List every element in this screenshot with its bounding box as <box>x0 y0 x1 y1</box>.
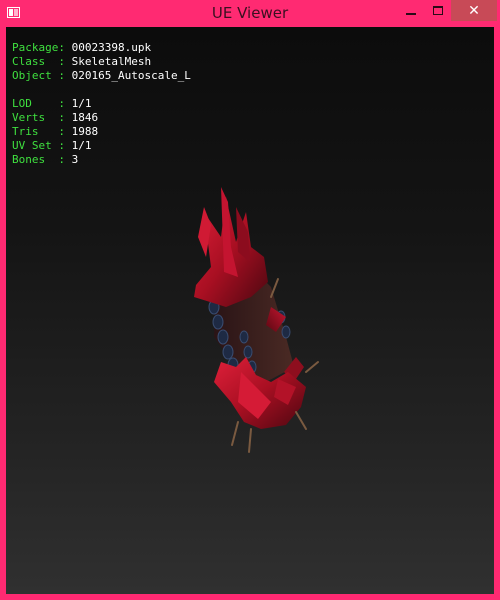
info-value: 00023398.upk <box>71 41 152 54</box>
info-label: Object : <box>12 69 72 82</box>
info-object-row: Object : 020165_Autoscale_L <box>12 69 191 83</box>
title-bar[interactable]: UE Viewer ✕ <box>0 0 500 27</box>
info-value: SkeletalMesh <box>71 55 152 68</box>
info-label: UV Set : <box>12 139 72 152</box>
info-value: 3 <box>71 153 79 166</box>
info-value: 1846 <box>71 111 99 124</box>
info-value: 1/1 <box>71 97 92 110</box>
info-label: LOD : <box>12 97 72 110</box>
info-uvset-row: UV Set : 1/1 <box>12 139 191 153</box>
info-label: Verts : <box>12 111 72 124</box>
info-class-row: Class : SkeletalMesh <box>12 55 191 69</box>
minimize-icon <box>406 12 416 15</box>
3d-viewport[interactable]: Package: 00023398.upk Class : SkeletalMe… <box>6 27 494 594</box>
info-package-row: Package: 00023398.upk <box>12 41 191 55</box>
info-label: Tris : <box>12 125 72 138</box>
skeletal-mesh-model[interactable] <box>176 167 336 457</box>
close-button[interactable]: ✕ <box>451 0 497 21</box>
app-window: UE Viewer ✕ Package: 00023398.upk Class … <box>0 0 500 600</box>
info-verts-row: Verts : 1846 <box>12 111 191 125</box>
info-value: 020165_Autoscale_L <box>71 69 191 82</box>
maximize-button[interactable] <box>424 0 452 21</box>
minimize-button[interactable] <box>397 0 425 21</box>
close-icon: ✕ <box>468 2 480 19</box>
info-bones-row: Bones : 3 <box>12 153 191 167</box>
info-value: 1988 <box>71 125 99 138</box>
info-label: Package: <box>12 41 72 54</box>
info-tris-row: Tris : 1988 <box>12 125 191 139</box>
info-lod-row: LOD : 1/1 <box>12 97 191 111</box>
info-label: Bones : <box>12 153 72 166</box>
maximize-icon <box>433 6 443 15</box>
mesh-info-overlay: Package: 00023398.upk Class : SkeletalMe… <box>12 41 191 167</box>
info-value: 1/1 <box>71 139 92 152</box>
info-label: Class : <box>12 55 72 68</box>
